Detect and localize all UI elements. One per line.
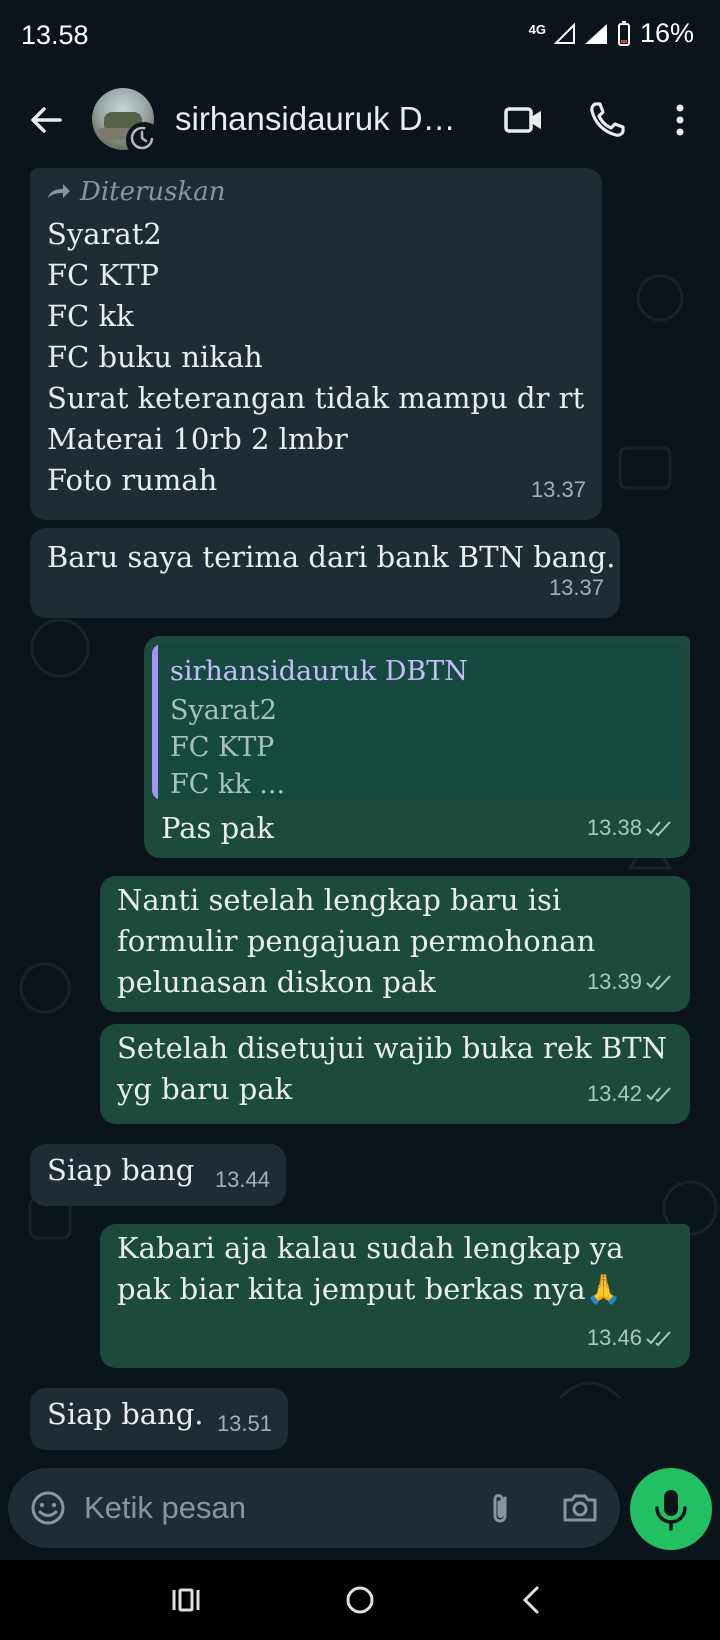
message-line: Siap bang (47, 1153, 195, 1187)
message-line: Nanti setelah lengkap baru isi (117, 883, 562, 917)
status-bar: 13.58 4G 16% (0, 0, 720, 72)
system-nav-bar (0, 1560, 720, 1640)
home-icon (346, 1586, 374, 1614)
arrow-left-icon (31, 107, 62, 133)
attach-button[interactable] (478, 1486, 522, 1530)
camera-button[interactable] (558, 1486, 602, 1530)
message-bubble-incoming[interactable]: Siap bang. 13.51 (30, 1388, 288, 1450)
quoted-message[interactable]: sirhansidauruk DBTN Syarat2 FC KTP FC kk… (152, 644, 682, 800)
status-indicators: 4G 16% (529, 18, 694, 49)
message-time: 13.42 (587, 1073, 674, 1114)
double-check-icon (646, 974, 671, 990)
message-bubble-outgoing[interactable]: sirhansidauruk DBTN Syarat2 FC KTP FC kk… (144, 636, 690, 858)
signal-full-icon (584, 23, 607, 44)
network-type: 4G (528, 22, 546, 37)
status-badge (126, 122, 162, 158)
recents-icon (172, 1588, 200, 1612)
message-line: yg baru pak (117, 1072, 293, 1106)
home-button[interactable] (338, 1578, 382, 1622)
battery-icon (617, 20, 630, 46)
recent-apps-button[interactable] (164, 1578, 208, 1622)
forward-icon (48, 184, 70, 198)
contact-name[interactable]: sirhansidauruk DBTN (175, 100, 475, 138)
quote-author: sirhansidauruk DBTN (170, 656, 468, 687)
nav-back-button[interactable] (510, 1578, 554, 1622)
message-bubble-outgoing[interactable]: Nanti setelah lengkap baru isi formulir … (100, 876, 690, 1012)
message-line: Setelah disetujui wajib buka rek BTN (117, 1031, 668, 1065)
more-options-button[interactable] (656, 96, 704, 144)
message-line: FC kk (47, 299, 134, 333)
message-input-bar: Ketik pesan (8, 1468, 620, 1548)
message-line: FC buku nikah (47, 340, 263, 374)
emoji-icon (31, 1491, 65, 1525)
phone-icon (590, 102, 625, 137)
double-check-icon (646, 820, 671, 836)
message-bubble-outgoing[interactable]: Setelah disetujui wajib buka rek BTN yg … (100, 1024, 690, 1124)
message-line: Foto rumah (47, 463, 218, 497)
camera-icon (563, 1494, 597, 1522)
message-line: pak biar kita jemput berkas nya🙏 (117, 1272, 622, 1306)
message-line: pelunasan diskon pak (117, 965, 436, 999)
quote-line: FC KTP (170, 732, 275, 763)
message-text: Setelah disetujui wajib buka rek BTN yg … (117, 1028, 667, 1110)
message-text: Syarat2 FC KTP FC kk FC buku nikah Surat… (47, 214, 584, 501)
quote-line: Syarat2 (170, 695, 277, 726)
forwarded-label: Diteruskan (46, 176, 226, 208)
message-line: FC KTP (47, 258, 160, 292)
back-button[interactable] (22, 96, 70, 144)
battery-percent: 16% (639, 18, 694, 48)
video-call-button[interactable] (500, 96, 548, 144)
signal-icon (553, 22, 575, 44)
message-bubble-outgoing[interactable]: Kabari aja kalau sudah lengkap ya pak bi… (100, 1224, 690, 1368)
message-bubble-incoming[interactable]: Siap bang 13.44 (30, 1144, 286, 1206)
message-line: Surat keterangan tidak mampu dr rt (47, 381, 585, 415)
timer-icon (130, 126, 154, 150)
message-text: Nanti setelah lengkap baru isi formulir … (117, 880, 595, 1003)
message-bubble-incoming[interactable]: Baru saya terima dari bank BTN bang. 13.… (30, 528, 620, 618)
video-call-icon (504, 107, 541, 133)
message-time: 13.51 (216, 1411, 272, 1436)
quote-bar (152, 644, 158, 800)
chat-area[interactable]: Diteruskan Syarat2 FC KTP FC kk FC buku … (0, 168, 720, 1468)
message-time: 13.37 (548, 575, 604, 600)
message-line: formulir pengajuan permohonan (117, 924, 596, 958)
message-time: 13.46 (587, 1317, 674, 1358)
message-line: Siap bang. (47, 1397, 204, 1431)
message-line: Kabari aja kalau sudah lengkap ya (117, 1231, 624, 1265)
more-vert-icon (676, 104, 684, 136)
message-line: Syarat2 (47, 217, 162, 251)
message-line: Materai 10rb 2 lmbr (47, 422, 348, 456)
quote-line: FC kk ... (170, 769, 286, 800)
message-input[interactable]: Ketik pesan (84, 1490, 246, 1526)
mic-icon (655, 1490, 687, 1531)
message-time: 13.39 (587, 961, 674, 1002)
message-time: 13.44 (214, 1167, 270, 1192)
status-time: 13.58 (21, 20, 89, 50)
quote-body: Syarat2 FC KTP FC kk ... (170, 692, 285, 800)
message-line: Pas pak (161, 811, 275, 845)
message-bubble-incoming[interactable]: Diteruskan Syarat2 FC KTP FC kk FC buku … (30, 168, 602, 520)
voice-call-button[interactable] (583, 96, 631, 144)
message-text: Kabari aja kalau sudah lengkap ya pak bi… (117, 1228, 624, 1310)
paperclip-icon (493, 1494, 507, 1523)
double-check-icon (646, 1086, 671, 1102)
chat-header: sirhansidauruk DBTN (0, 72, 720, 168)
double-check-icon (646, 1330, 671, 1346)
message-time: 13.37 (530, 477, 586, 502)
emoji-button[interactable] (26, 1486, 70, 1530)
message-time: 13.38 (587, 807, 674, 848)
voice-message-button[interactable] (630, 1468, 712, 1550)
back-chevron-icon (522, 1586, 539, 1614)
message-line: Baru saya terima dari bank BTN bang. (47, 540, 616, 574)
forwarded-text: Diteruskan (80, 177, 226, 207)
